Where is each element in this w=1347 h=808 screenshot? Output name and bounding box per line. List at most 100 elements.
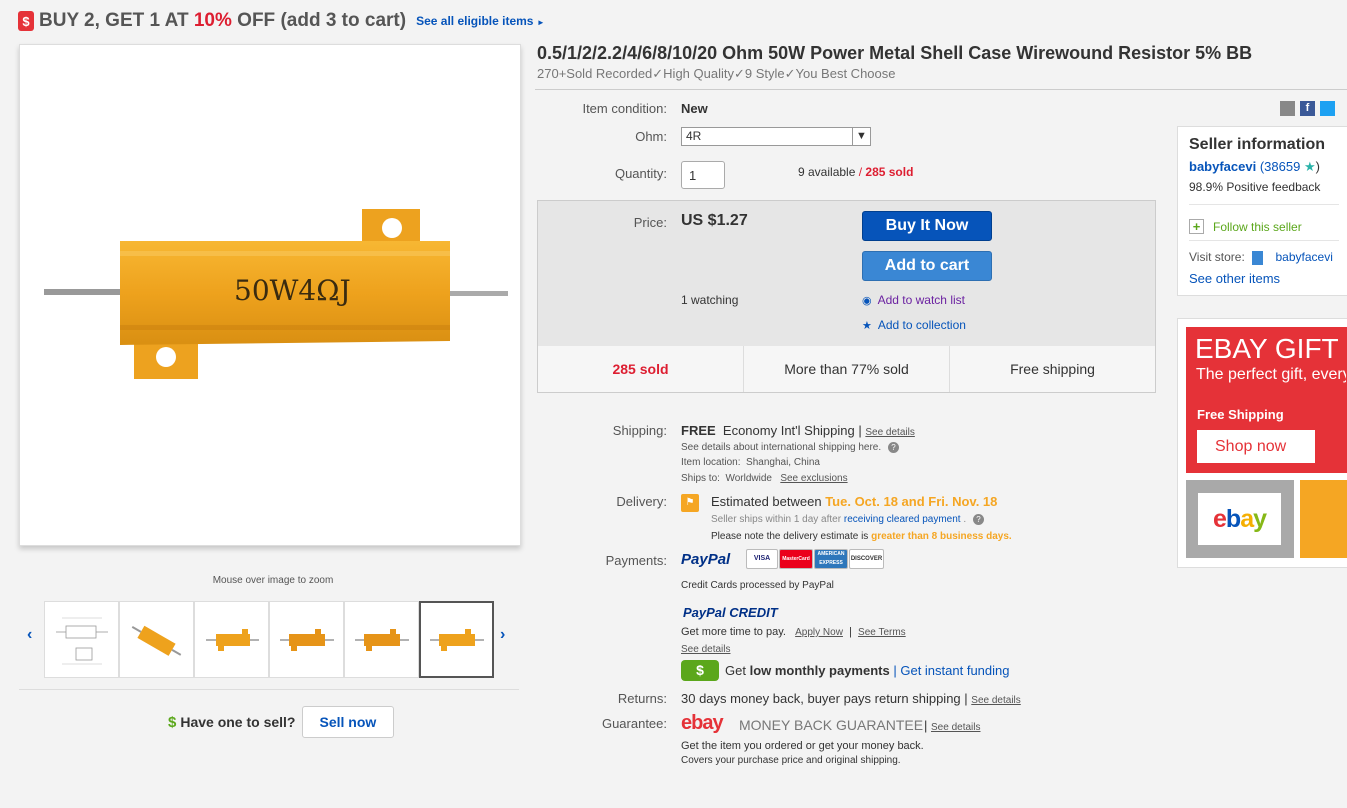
star-icon: ★ bbox=[1303, 159, 1316, 174]
quantity-input[interactable]: 1 bbox=[681, 161, 725, 189]
ad-headline: EBAY GIFT bbox=[1195, 333, 1339, 364]
intl-shipping-note: See details about international shipping… bbox=[681, 442, 899, 453]
ships-to: Ships to: Worldwide See exclusions bbox=[681, 473, 848, 484]
available-count: 9 available bbox=[798, 165, 856, 179]
ad-free-shipping: Free Shipping bbox=[1197, 407, 1284, 422]
resistor-image: 50W4ΩJ bbox=[44, 209, 508, 379]
seller-ships-text: Seller ships within 1 day after bbox=[711, 514, 842, 525]
ships-to-value: Worldwide bbox=[725, 473, 772, 484]
share-icons: f bbox=[1280, 101, 1335, 116]
see-eligible-items-label: See all eligible items bbox=[416, 14, 534, 28]
visit-store-line: Visit store: babyfacevi bbox=[1189, 250, 1333, 265]
amex-icon: AMERICAN EXPRESS bbox=[814, 549, 848, 569]
plus-icon: + bbox=[1189, 219, 1204, 234]
resistor-thumbnail-image bbox=[279, 628, 334, 651]
guarantee-line1: Get the item you ordered or get your mon… bbox=[681, 740, 924, 752]
ohm-selected-value: 4R bbox=[686, 129, 702, 143]
shipping-see-details-link[interactable]: See details bbox=[865, 427, 914, 438]
see-exclusions-link[interactable]: See exclusions bbox=[780, 473, 847, 484]
delivery-note-text: Please note the delivery estimate is bbox=[711, 531, 869, 542]
shipping-free: FREE bbox=[681, 423, 716, 438]
apply-now-link[interactable]: Apply Now bbox=[795, 627, 843, 638]
thumbnail[interactable] bbox=[194, 601, 269, 678]
gift-pattern-tile[interactable] bbox=[1300, 480, 1347, 558]
shipping-method: Economy Int'l Shipping | bbox=[722, 423, 862, 438]
returns-line: 30 days money back, buyer pays return sh… bbox=[681, 691, 1021, 706]
divider bbox=[1189, 240, 1339, 241]
thumbnail[interactable] bbox=[269, 601, 344, 678]
sell-question: Have one to sell? bbox=[180, 714, 296, 730]
sold-count[interactable]: 285 sold bbox=[865, 165, 913, 179]
promo-text: BUY 2, GET 1 AT 10% OFF (add 3 to cart) bbox=[39, 10, 406, 32]
positive-feedback: 98.9% Positive feedback bbox=[1189, 180, 1321, 194]
instant-funding-link[interactable]: | Get instant funding bbox=[893, 663, 1009, 678]
thumbnail-active[interactable] bbox=[419, 601, 494, 678]
mastercard-icon: MasterCard bbox=[779, 549, 813, 569]
divider bbox=[1189, 204, 1339, 205]
add-to-cart-button[interactable]: Add to cart bbox=[862, 251, 992, 281]
promo-text-post: OFF (add 3 to cart) bbox=[231, 10, 407, 31]
seller-score[interactable]: (38659 bbox=[1260, 159, 1300, 174]
seller-name-line: babyfacevi (38659 ★) bbox=[1189, 159, 1320, 175]
main-product-image[interactable]: 50W4ΩJ bbox=[19, 44, 521, 546]
seller-name-link[interactable]: babyfacevi bbox=[1189, 159, 1256, 174]
credit-cards-note: Credit Cards processed by PayPal bbox=[681, 580, 834, 591]
availability: 9 available / 285 sold bbox=[798, 165, 913, 179]
watching-count: 1 watching bbox=[681, 293, 739, 307]
divider bbox=[535, 89, 1347, 90]
thumbnail[interactable] bbox=[119, 601, 194, 678]
see-eligible-items-link[interactable]: See all eligible items ► bbox=[416, 14, 545, 28]
dollar-icon: $ bbox=[168, 713, 177, 731]
returns-label: Returns: bbox=[617, 691, 667, 706]
availability-separator: / bbox=[855, 165, 866, 179]
guarantee-see-details-link[interactable]: See details bbox=[931, 722, 980, 733]
paypal-see-details-link[interactable]: See details bbox=[681, 644, 730, 655]
money-icon: $ bbox=[681, 660, 719, 681]
resistor-thumbnail-image bbox=[429, 628, 484, 651]
eye-icon: ◉ bbox=[862, 295, 872, 307]
resistor-angle-thumbnail-image bbox=[131, 625, 181, 656]
seller-score-close: ) bbox=[1315, 159, 1320, 174]
delivery-dates: Tue. Oct. 18 and Fri. Nov. 18 bbox=[825, 494, 998, 509]
email-icon[interactable] bbox=[1280, 101, 1295, 116]
sell-prompt: $ Have one to sell? Sell now bbox=[168, 706, 395, 738]
store-link[interactable]: babyfacevi bbox=[1276, 250, 1333, 264]
collection-link[interactable]: ★ Add to collection bbox=[862, 318, 966, 332]
get-text: Get bbox=[725, 663, 746, 678]
follow-seller-link[interactable]: + Follow this seller bbox=[1189, 219, 1302, 234]
shop-now-button[interactable]: Shop now bbox=[1197, 430, 1315, 463]
ebay-logo-tile[interactable]: ebay bbox=[1186, 480, 1294, 558]
chevron-down-icon: ▼ bbox=[852, 128, 870, 145]
location-label: Item location: bbox=[681, 457, 741, 468]
facebook-icon[interactable]: f bbox=[1300, 101, 1315, 116]
price-value: US $1.27 bbox=[681, 212, 748, 229]
returns-text: 30 days money back, buyer pays return sh… bbox=[681, 691, 968, 706]
flag-icon: ⚑ bbox=[681, 494, 699, 512]
watch-list-link[interactable]: ◉ Add to watch list bbox=[862, 293, 965, 307]
thumbnail[interactable] bbox=[344, 601, 419, 678]
thumbnail[interactable] bbox=[44, 601, 119, 678]
delivery-note-highlight: greater than 8 business days. bbox=[871, 531, 1012, 542]
location-value: Shanghai, China bbox=[746, 457, 820, 468]
delivery-label: Delivery: bbox=[616, 494, 667, 509]
help-icon[interactable]: ? bbox=[887, 442, 899, 453]
returns-see-details-link[interactable]: See details bbox=[971, 695, 1020, 706]
ohm-label: Ohm: bbox=[635, 129, 667, 144]
resistor-thumbnail-image bbox=[205, 628, 259, 651]
see-terms-link[interactable]: See Terms bbox=[858, 627, 906, 638]
sell-now-button[interactable]: Sell now bbox=[301, 706, 395, 738]
estimated-label: Estimated between bbox=[711, 494, 822, 509]
chevron-right-icon[interactable]: › bbox=[500, 626, 505, 644]
buy-it-now-button[interactable]: Buy It Now bbox=[862, 211, 992, 241]
chevron-left-icon[interactable]: ‹ bbox=[27, 626, 32, 644]
ohm-select[interactable]: 4R ▼ bbox=[681, 127, 871, 146]
see-other-items-link[interactable]: See other items bbox=[1189, 271, 1280, 286]
cleared-payment-link[interactable]: receiving cleared payment bbox=[844, 514, 961, 525]
low-monthly-text: low monthly payments bbox=[749, 663, 890, 678]
seller-ships-note: Seller ships within 1 day after receivin… bbox=[711, 514, 984, 525]
more-time-text: Get more time to pay. bbox=[681, 626, 786, 638]
help-icon[interactable]: ? bbox=[972, 514, 984, 525]
twitter-icon[interactable] bbox=[1320, 101, 1335, 116]
visa-icon: VISA bbox=[746, 549, 778, 569]
delivery-note: Please note the delivery estimate is gre… bbox=[711, 531, 1012, 542]
